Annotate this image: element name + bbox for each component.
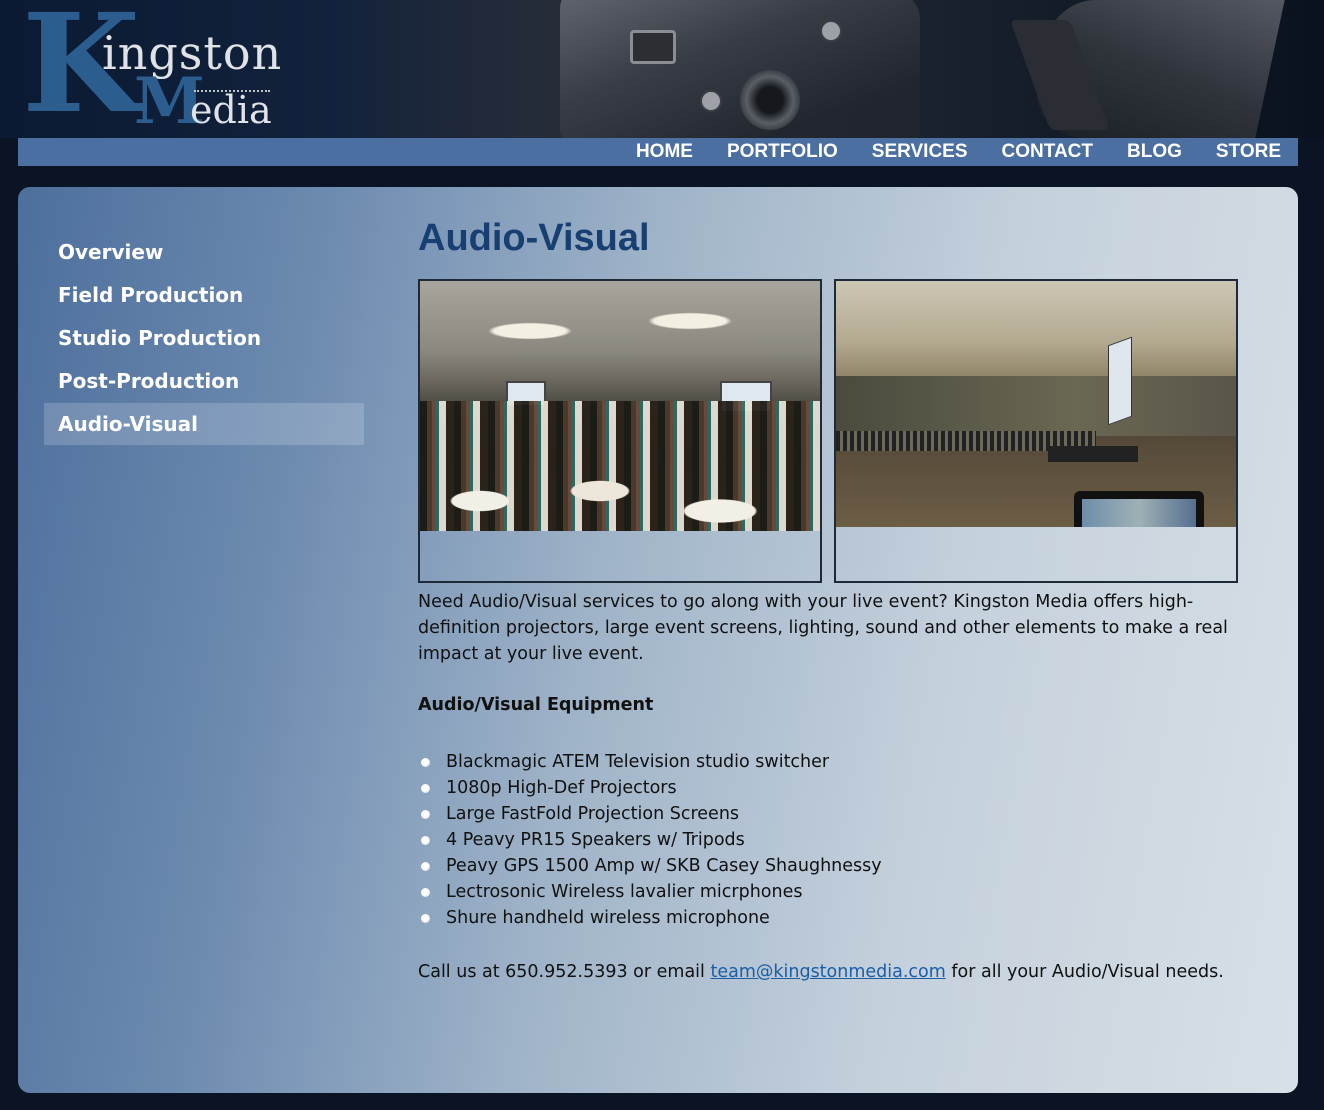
tables-graphic [420,461,820,531]
bullet-icon [421,758,430,767]
header-camera-image [560,0,920,138]
side-screen-graphic [1108,336,1132,426]
equipment-label: 1080p High-Def Projectors [446,778,677,798]
nav-home[interactable]: HOME [636,141,693,163]
bullet-icon [421,784,430,793]
nav-store[interactable]: STORE [1216,141,1281,163]
sidebar-item-studio-production[interactable]: Studio Production [44,317,364,359]
main-content: Audio-Visual Need Audio/Visual services … [418,217,1268,985]
page-title: Audio-Visual [418,217,650,259]
nav-blog[interactable]: BLOG [1127,141,1182,163]
logo-word-edia: edia [190,88,272,132]
bullet-icon [421,862,430,871]
camera-screen-graphic [630,30,676,64]
contact-suffix: for all your Audio/Visual needs. [945,962,1224,982]
list-item: Peavy GPS 1500 Amp w/ SKB Casey Shaughne… [418,853,1268,879]
contact-line: Call us at 650.952.5393 or email team@ki… [418,959,1268,985]
photo-frame-ballroom[interactable] [834,279,1238,583]
services-sidebar: Overview Field Production Studio Product… [44,231,364,446]
list-item: 4 Peavy PR15 Speakers w/ Tripods [418,827,1268,853]
nav-services[interactable]: SERVICES [872,141,968,163]
camera-knob-graphic [700,90,722,112]
equipment-label: Lectrosonic Wireless lavalier micrphones [446,882,803,902]
equipment-label: Shure handheld wireless microphone [446,908,770,928]
equipment-heading: Audio/Visual Equipment [418,695,654,715]
equipment-list: Blackmagic ATEM Television studio switch… [418,749,1268,931]
site-logo[interactable]: K ingston M edia [22,0,282,134]
ballroom-wall-graphic [836,376,1236,436]
sidebar-item-field-production[interactable]: Field Production [44,274,364,316]
email-link[interactable]: team@kingstonmedia.com [710,962,945,982]
content-panel: Overview Field Production Studio Product… [18,187,1298,1093]
equipment-label: Blackmagic ATEM Television studio switch… [446,752,830,772]
bullet-icon [421,888,430,897]
sidebar-item-post-production[interactable]: Post-Production [44,360,364,402]
bullet-icon [421,914,430,923]
laptop-screen-graphic [1082,499,1196,527]
list-item: Lectrosonic Wireless lavalier micrphones [418,879,1268,905]
equipment-label: Peavy GPS 1500 Amp w/ SKB Casey Shaughne… [446,856,882,876]
photo-gallery [418,279,1268,583]
sidebar-item-overview[interactable]: Overview [44,231,364,273]
sidebar-item-audio-visual[interactable]: Audio-Visual [44,403,364,445]
camera-knob-graphic [820,20,842,42]
nav-portfolio[interactable]: PORTFOLIO [727,141,838,163]
list-item: 1080p High-Def Projectors [418,775,1268,801]
equipment-label: 4 Peavy PR15 Speakers w/ Tripods [446,830,745,850]
list-item: Large FastFold Projection Screens [418,801,1268,827]
contact-prefix: Call us at 650.952.5393 or email [418,962,711,982]
nav-contact[interactable]: CONTACT [1002,141,1093,163]
bullet-icon [421,810,430,819]
equipment-label: Large FastFold Projection Screens [446,804,740,824]
banquet-hall-photo [420,281,820,531]
photo-frame-banquet[interactable] [418,279,822,583]
main-nav: HOME PORTFOLIO SERVICES CONTACT BLOG STO… [18,138,1298,166]
list-item: Shure handheld wireless microphone [418,905,1268,931]
site-header: K ingston M edia [0,0,1324,138]
stage-graphic [1048,446,1138,462]
ballroom-photo [836,281,1236,527]
list-item: Blackmagic ATEM Television studio switch… [418,749,1268,775]
intro-paragraph: Need Audio/Visual services to go along w… [418,592,1228,664]
camera-lens-graphic [740,70,800,130]
bullet-icon [421,836,430,845]
